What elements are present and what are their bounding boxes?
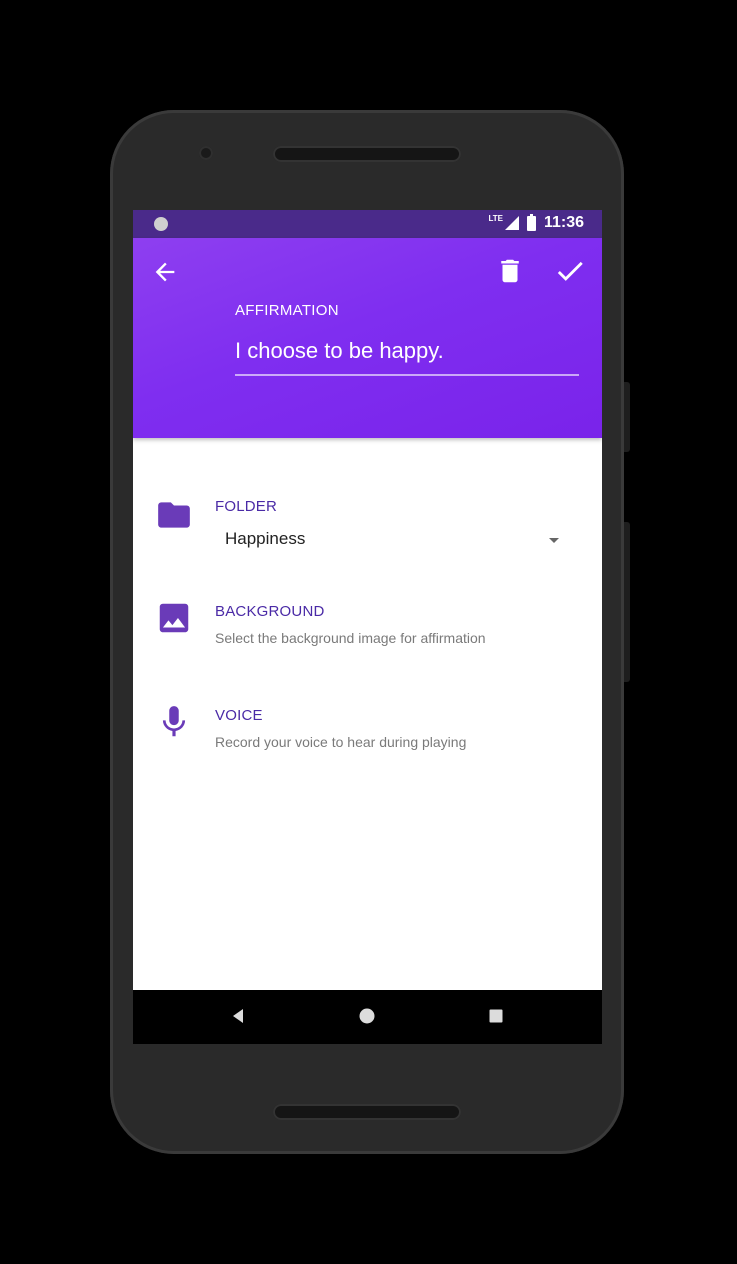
image-icon [159, 603, 189, 633]
status-bar: LTE 11:36 [133, 210, 602, 238]
voice-subtitle: Record your voice to hear during playing [215, 734, 467, 750]
nav-back-button[interactable] [229, 1007, 247, 1030]
folder-icon [158, 502, 190, 528]
recents-square-icon [489, 1009, 503, 1023]
signal-icon [504, 216, 519, 230]
navigation-bar [133, 990, 602, 1044]
bottom-speaker [273, 1104, 461, 1120]
affirmation-header: AFFIRMATION [133, 238, 602, 438]
screen: LTE 11:36 AFFIRMATION FOLDER [133, 210, 602, 1044]
affirmation-input[interactable] [235, 328, 579, 376]
folder-selected-value: Happiness [225, 529, 306, 548]
folder-row: FOLDER Happiness [133, 496, 602, 566]
front-camera [199, 146, 213, 160]
voice-row[interactable]: VOICE Record your voice to hear during p… [133, 704, 602, 760]
home-circle-icon [359, 1008, 375, 1024]
trash-icon [501, 259, 519, 283]
volume-button [624, 522, 630, 682]
folder-dropdown[interactable]: Happiness [215, 526, 565, 556]
delete-button[interactable] [495, 256, 525, 286]
background-title: BACKGROUND [215, 603, 325, 620]
back-triangle-icon [233, 1009, 243, 1023]
battery-icon [526, 213, 536, 231]
status-indicators: LTE 11:36 [488, 213, 584, 232]
nav-recents-button[interactable] [487, 1007, 505, 1030]
nav-home-button[interactable] [358, 1007, 376, 1030]
top-speaker [273, 146, 461, 162]
microphone-icon [162, 706, 186, 737]
affirmation-label: AFFIRMATION [235, 302, 339, 319]
voice-title: VOICE [215, 707, 263, 724]
arrow-left-icon [155, 262, 175, 282]
notification-icon [154, 217, 168, 231]
check-icon [557, 261, 583, 281]
folder-title: FOLDER [215, 498, 278, 515]
save-button[interactable] [553, 254, 587, 288]
background-row[interactable]: BACKGROUND Select the background image f… [133, 600, 602, 656]
status-time: 11:36 [543, 214, 584, 231]
power-button [624, 382, 630, 452]
background-subtitle: Select the background image for affirmat… [215, 630, 486, 646]
dropdown-arrow-icon [549, 538, 559, 543]
network-type: LTE [488, 214, 503, 223]
back-button[interactable] [151, 258, 179, 286]
